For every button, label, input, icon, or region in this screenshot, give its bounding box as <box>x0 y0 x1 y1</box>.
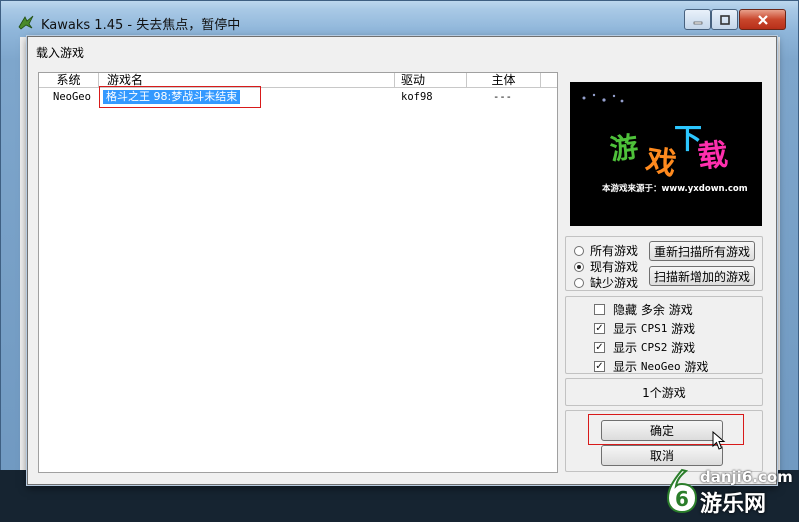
filter-group: 所有游戏 现有游戏 缺少游戏 重新扫描所有游戏 扫描新增加的游戏 <box>565 236 763 291</box>
close-icon <box>757 14 768 25</box>
checkbox-box-checked[interactable]: ✓ <box>594 361 605 372</box>
watermark-brand: 游乐网 <box>700 492 767 517</box>
game-list[interactable]: 系统 游戏名 驱动 主体 NeoGeo 格斗之王 98:梦战斗未结束 kof98… <box>38 72 558 473</box>
row-driver: kof98 <box>401 91 433 103</box>
close-button[interactable] <box>739 9 786 30</box>
maximize-icon <box>719 14 730 25</box>
checkbox-show-cps1[interactable]: ✓ 显示 CPS1 游戏 <box>594 320 695 337</box>
action-buttons-group: 确定 取消 <box>565 410 763 472</box>
column-header-filler <box>541 73 557 88</box>
checkbox-show-cps2[interactable]: ✓ 显示 CPS2 游戏 <box>594 339 695 356</box>
game-count-panel: 1个游戏 <box>565 378 763 406</box>
scan-new-button[interactable]: 扫描新增加的游戏 <box>649 266 755 286</box>
yxdown-logo-image: 游 戏 下 载 本游戏来源于：www.yxdown.com <box>582 93 748 194</box>
cancel-button[interactable]: 取消 <box>601 445 723 466</box>
mouse-cursor-icon <box>712 431 726 450</box>
minimize-button[interactable] <box>684 9 711 30</box>
radio-button[interactable] <box>574 277 584 288</box>
logo-char-4: 载 <box>696 137 729 175</box>
display-options-group: 隐藏 多余 游戏 ✓ 显示 CPS1 游戏 ✓ 显示 CPS2 游戏 ✓ 显示 … <box>565 296 763 374</box>
column-header-driver[interactable]: 驱动 <box>395 73 467 88</box>
checkbox-box-checked[interactable]: ✓ <box>594 342 605 353</box>
row-parent: --- <box>493 91 512 103</box>
game-count-label: 1个游戏 <box>642 385 686 400</box>
checkbox-box[interactable] <box>594 304 605 315</box>
radio-existing-games[interactable]: 现有游戏 <box>574 258 638 275</box>
radio-button-selected[interactable] <box>574 261 584 272</box>
column-header-parent[interactable]: 主体 <box>467 73 541 88</box>
checkbox-box-checked[interactable]: ✓ <box>594 323 605 334</box>
minimize-icon <box>693 21 702 24</box>
radio-all-games[interactable]: 所有游戏 <box>574 242 638 259</box>
rescan-all-button[interactable]: 重新扫描所有游戏 <box>649 241 755 261</box>
watermark-site: danji6.com <box>700 468 793 486</box>
maximize-button[interactable] <box>711 9 738 30</box>
column-header-system[interactable]: 系统 <box>39 73 99 88</box>
watermark-digit-badge: 6 <box>666 468 698 514</box>
checkbox-show-neogeo[interactable]: ✓ 显示 NeoGeo 游戏 <box>594 358 708 375</box>
logo-char-1: 游 <box>608 130 640 167</box>
preview-caption: 本游戏来源于：www.yxdown.com <box>602 183 748 194</box>
row-system: NeoGeo <box>53 91 91 103</box>
watermark-logo: 6 danji6.com 游乐网 <box>666 466 794 518</box>
radio-missing-games[interactable]: 缺少游戏 <box>574 274 638 291</box>
title-bar[interactable]: Kawaks 1.45 - 失去焦点，暂停中 <box>1 1 798 41</box>
load-game-dialog: 载入游戏 系统 游戏名 驱动 主体 NeoGeo 格斗之王 98:梦战斗未结束 … <box>27 36 777 485</box>
dialog-title: 载入游戏 <box>36 46 85 60</box>
radio-button[interactable] <box>574 245 584 256</box>
game-preview-image: 游 戏 下 载 本游戏来源于：www.yxdown.com <box>570 82 762 226</box>
watermark-digit: 6 <box>675 487 689 511</box>
kawaks-app-icon <box>18 15 34 30</box>
highlight-box-game <box>99 86 261 108</box>
checkbox-hide-extra[interactable]: 隐藏 多余 游戏 <box>594 301 693 318</box>
window-title: Kawaks 1.45 - 失去焦点，暂停中 <box>41 18 241 33</box>
